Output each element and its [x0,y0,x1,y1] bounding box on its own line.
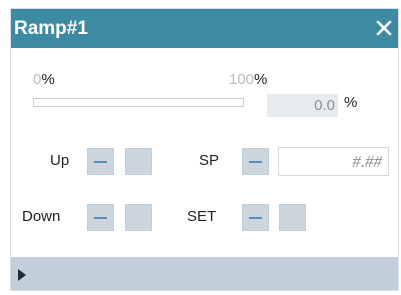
sp-label: SP [199,152,220,169]
close-icon[interactable] [374,18,394,38]
triangle-right-icon[interactable] [18,269,26,281]
up-minus-button[interactable] [87,148,114,175]
dialog-title: Ramp#1 [14,18,88,39]
sp-minus-button[interactable] [242,148,269,175]
sp-input[interactable]: #.## [278,147,389,176]
output-unit: % [344,94,358,111]
down-button[interactable] [125,204,152,231]
range-min-unit: % [41,71,55,88]
ramp-progress-bar [33,98,244,107]
set-button[interactable] [279,204,306,231]
ramp-dialog: Ramp#1 0% 100% 0.0 % Up SP #.## Down SET [10,8,399,291]
set-label: SET [187,208,217,225]
range-max-label: 100% [229,71,267,89]
set-minus-button[interactable] [242,204,269,231]
up-button[interactable] [125,148,152,175]
down-minus-button[interactable] [87,204,114,231]
down-label: Down [22,208,61,225]
up-label: Up [50,152,70,169]
output-value: 0.0 [267,94,338,117]
title-bar: Ramp#1 [11,9,398,48]
range-max-value: 100 [229,71,255,88]
footer-bar [11,257,398,290]
range-min-label: 0% [33,71,55,89]
range-max-unit: % [254,71,268,88]
